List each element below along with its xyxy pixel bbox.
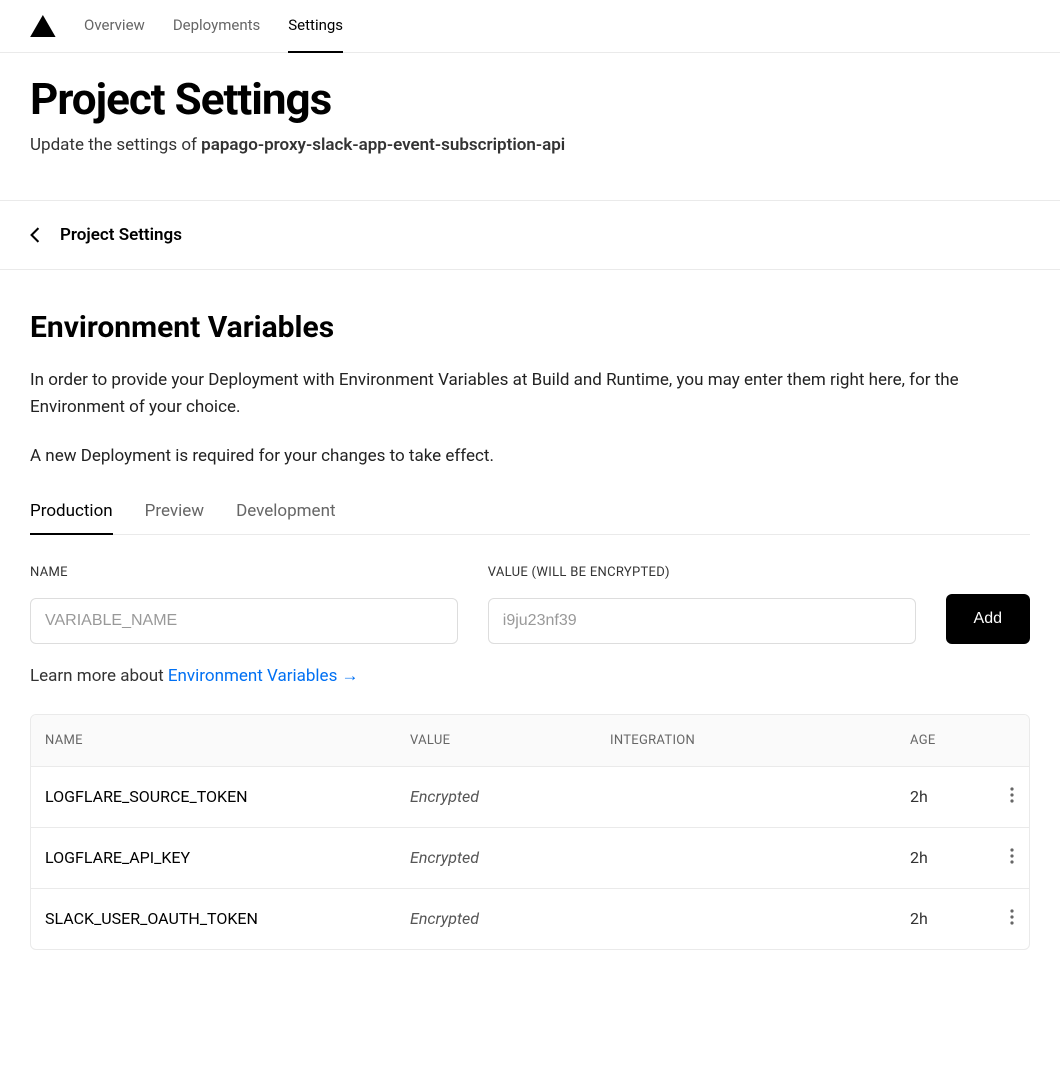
table-row: LOGFLARE_API_KEY Encrypted 2h	[31, 827, 1029, 888]
value-group: VALUE (WILL BE ENCRYPTED)	[488, 565, 916, 644]
name-label: NAME	[30, 565, 458, 580]
nav-deployments[interactable]: Deployments	[173, 0, 260, 53]
add-var-form: NAME VALUE (WILL BE ENCRYPTED) Add	[30, 565, 1030, 644]
chevron-left-icon[interactable]	[30, 227, 40, 243]
env-table: NAME VALUE INTEGRATION AGE LOGFLARE_SOUR…	[30, 714, 1030, 950]
logo-icon[interactable]	[30, 15, 56, 37]
content: Environment Variables In order to provid…	[0, 270, 1060, 990]
row-value: Encrypted	[410, 848, 610, 867]
row-actions	[980, 787, 1020, 807]
section-desc-2: A new Deployment is required for your ch…	[30, 443, 1030, 470]
header-name: NAME	[45, 733, 410, 748]
row-name: LOGFLARE_API_KEY	[45, 848, 410, 867]
page-title: Project Settings	[30, 73, 1030, 125]
top-nav: Overview Deployments Settings	[0, 0, 1060, 53]
more-icon[interactable]	[1004, 787, 1020, 803]
page-subtitle: Update the settings of papago-proxy-slac…	[30, 135, 1030, 155]
more-icon[interactable]	[1004, 848, 1020, 864]
learn-more-link[interactable]: Environment Variables →	[168, 666, 359, 686]
row-age: 2h	[910, 787, 980, 806]
row-name: LOGFLARE_SOURCE_TOKEN	[45, 787, 410, 806]
header-age: AGE	[910, 733, 980, 748]
learn-more: Learn more about Environment Variables →	[30, 666, 1030, 686]
table-row: LOGFLARE_SOURCE_TOKEN Encrypted 2h	[31, 766, 1029, 827]
row-age: 2h	[910, 909, 980, 928]
learn-more-prefix: Learn more about	[30, 666, 168, 686]
header-section: Project Settings Update the settings of …	[0, 53, 1060, 200]
value-input[interactable]	[488, 598, 916, 644]
tab-production[interactable]: Production	[30, 501, 113, 535]
section-title: Environment Variables	[30, 310, 1030, 345]
add-button[interactable]: Add	[946, 594, 1030, 644]
row-value: Encrypted	[410, 787, 610, 806]
name-input[interactable]	[30, 598, 458, 644]
row-name: SLACK_USER_OAUTH_TOKEN	[45, 909, 410, 928]
table-row: SLACK_USER_OAUTH_TOKEN Encrypted 2h	[31, 888, 1029, 949]
more-icon[interactable]	[1004, 909, 1020, 925]
name-group: NAME	[30, 565, 458, 644]
breadcrumb-bar: Project Settings	[0, 200, 1060, 270]
row-value: Encrypted	[410, 909, 610, 928]
subtitle-prefix: Update the settings of	[30, 135, 201, 155]
row-age: 2h	[910, 848, 980, 867]
nav-settings[interactable]: Settings	[288, 0, 343, 53]
breadcrumb-text: Project Settings	[60, 225, 182, 245]
value-label: VALUE (WILL BE ENCRYPTED)	[488, 565, 916, 580]
env-tabs: Production Preview Development	[30, 501, 1030, 535]
tab-development[interactable]: Development	[236, 501, 335, 535]
table-header: NAME VALUE INTEGRATION AGE	[31, 715, 1029, 766]
row-actions	[980, 909, 1020, 929]
nav-overview[interactable]: Overview	[84, 0, 145, 53]
row-actions	[980, 848, 1020, 868]
header-value: VALUE	[410, 733, 610, 748]
section-desc-1: In order to provide your Deployment with…	[30, 367, 1030, 421]
header-integration: INTEGRATION	[610, 733, 910, 748]
project-name: papago-proxy-slack-app-event-subscriptio…	[201, 135, 565, 155]
header-actions	[980, 733, 1020, 748]
tab-preview[interactable]: Preview	[145, 501, 204, 535]
